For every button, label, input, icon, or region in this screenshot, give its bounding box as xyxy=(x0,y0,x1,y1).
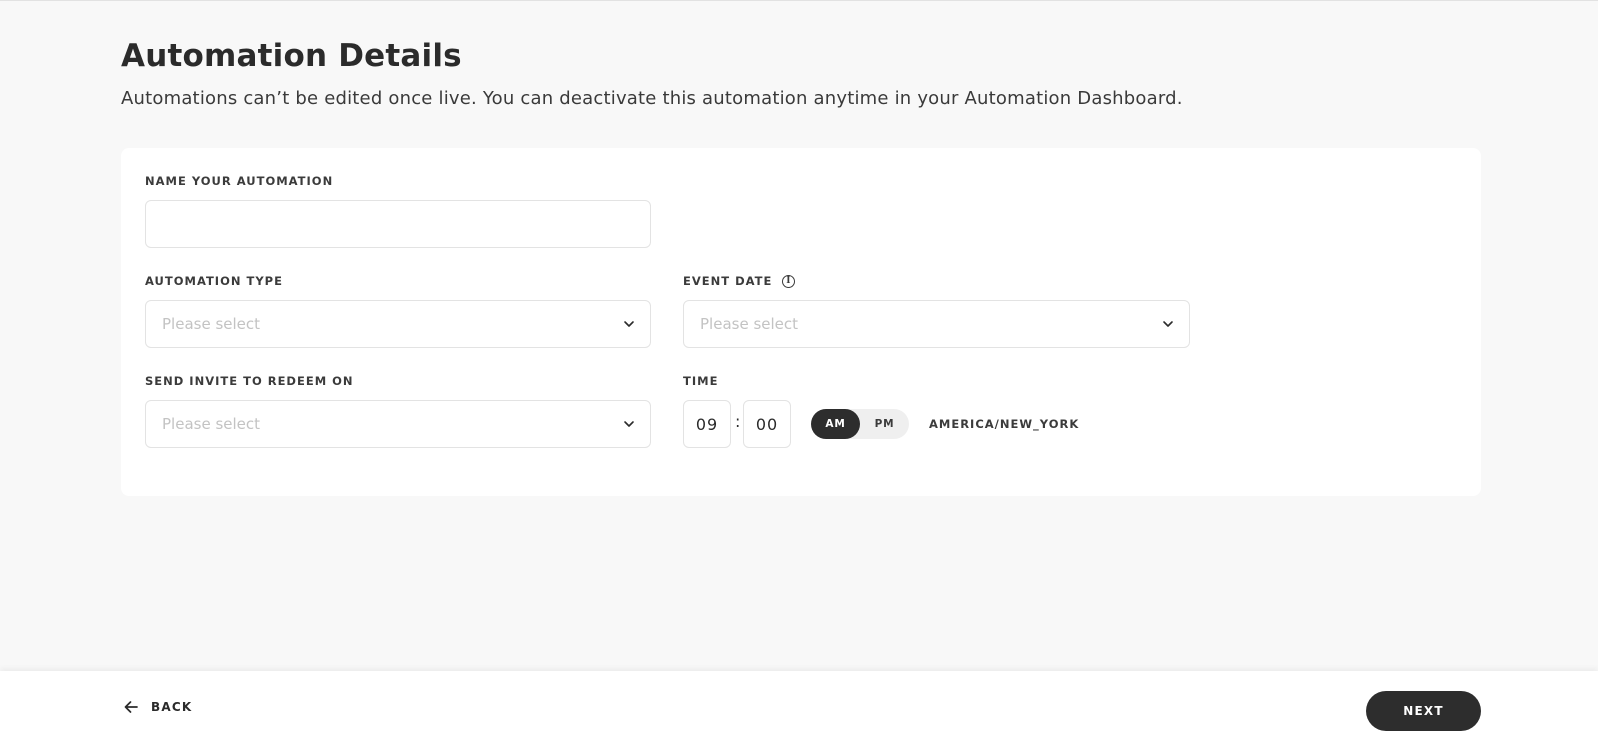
back-button[interactable]: BACK xyxy=(123,699,192,715)
send-invite-label-text: SEND INVITE TO REDEEM ON xyxy=(145,374,354,388)
info-icon[interactable]: i xyxy=(782,274,796,288)
page-subtitle: Automations can’t be edited once live. Y… xyxy=(121,88,1183,109)
send-invite-placeholder: Please select xyxy=(162,415,261,433)
automation-type-placeholder: Please select xyxy=(162,315,261,333)
automation-type-select[interactable]: Please select xyxy=(145,300,651,348)
event-date-label: EVENT DATE i xyxy=(683,274,796,288)
name-label-text: NAME YOUR AUTOMATION xyxy=(145,174,334,188)
arrow-left-icon xyxy=(124,701,138,713)
am-option[interactable]: AM xyxy=(811,409,860,439)
top-divider xyxy=(0,0,1598,1)
time-separator: : xyxy=(735,412,741,431)
automation-type-label: AUTOMATION TYPE xyxy=(145,274,283,288)
pm-option[interactable]: PM xyxy=(860,409,909,439)
event-date-placeholder: Please select xyxy=(700,315,799,333)
time-label: TIME xyxy=(683,374,718,388)
event-date-select[interactable]: Please select xyxy=(683,300,1190,348)
event-date-label-text: EVENT DATE xyxy=(683,274,773,288)
automation-form-card: NAME YOUR AUTOMATION AUTOMATION TYPE Ple… xyxy=(121,148,1481,496)
name-label: NAME YOUR AUTOMATION xyxy=(145,174,333,188)
minute-input[interactable]: 00 xyxy=(743,400,791,448)
send-invite-label: SEND INVITE TO REDEEM ON xyxy=(145,374,354,388)
automation-name-input[interactable] xyxy=(145,200,651,248)
automation-type-label-text: AUTOMATION TYPE xyxy=(145,274,283,288)
page-title: Automation Details xyxy=(121,38,462,74)
next-button[interactable]: NEXT xyxy=(1366,691,1481,731)
automation-details-page: Automation Details Automations can’t be … xyxy=(0,0,1598,745)
back-label: BACK xyxy=(151,700,193,714)
time-label-text: TIME xyxy=(683,374,719,388)
hour-input[interactable]: 09 xyxy=(683,400,731,448)
timezone-label: AMERICA/NEW_YORK xyxy=(929,417,1080,431)
am-pm-toggle[interactable]: AM PM xyxy=(811,409,909,439)
chevron-down-icon xyxy=(624,421,634,427)
footer-bar: BACK NEXT xyxy=(0,671,1598,745)
send-invite-select[interactable]: Please select xyxy=(145,400,651,448)
chevron-down-icon xyxy=(1163,321,1173,327)
chevron-down-icon xyxy=(624,321,634,327)
